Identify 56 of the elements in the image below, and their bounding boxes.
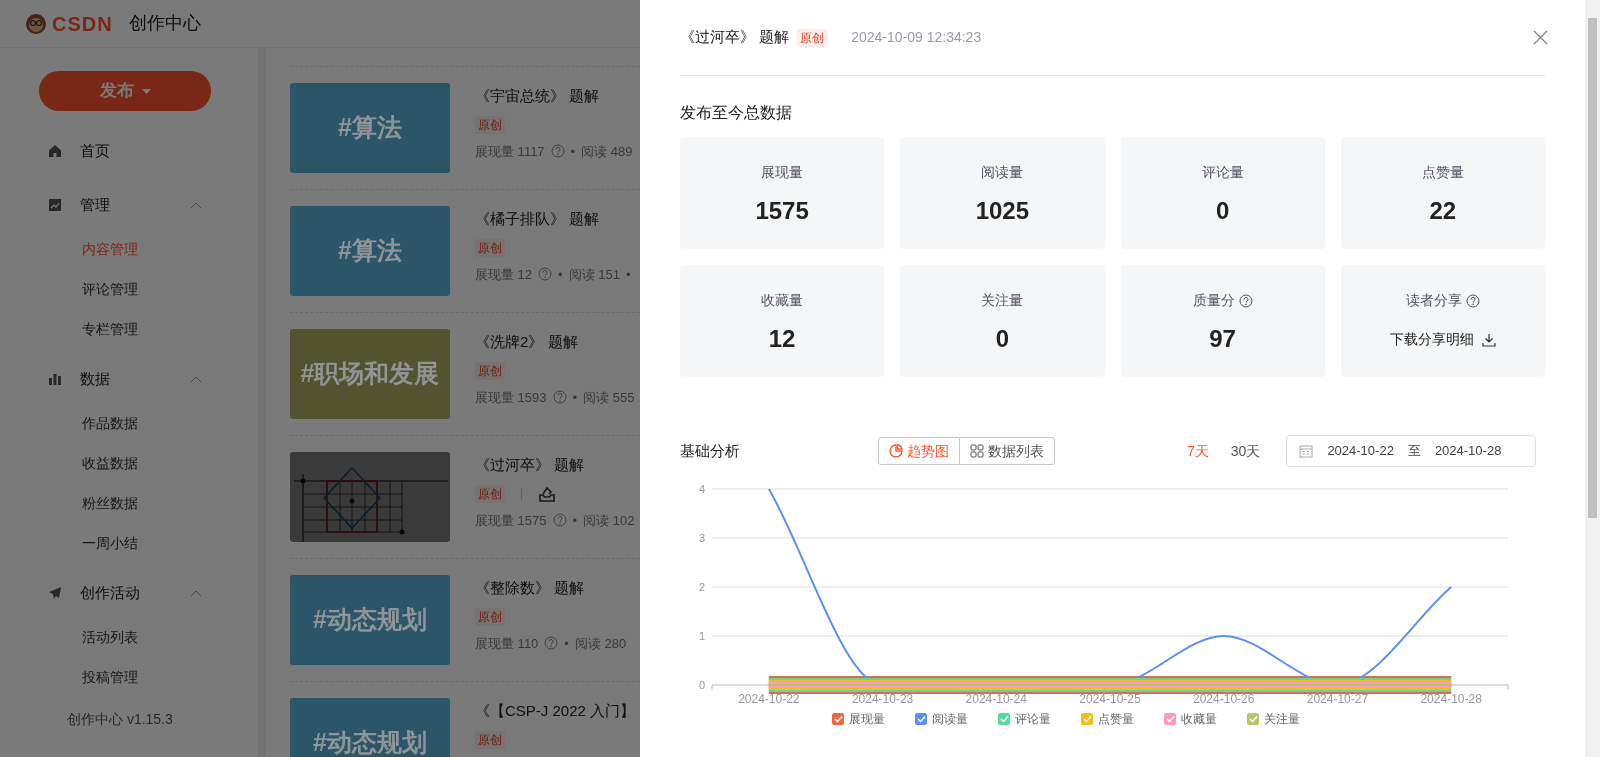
stat-text: 展现量 1117	[475, 142, 545, 161]
stat-label: 阅读量	[981, 163, 1024, 182]
stat-label: 质量分	[1192, 291, 1235, 310]
publish-date: 2024-10-09 12:34:23	[851, 28, 982, 47]
stat-value: 97	[1208, 324, 1237, 354]
article-title: 《过河卒》 题解	[680, 27, 790, 48]
axis-label: 4	[698, 483, 705, 495]
stat-label: 点赞量	[1421, 163, 1464, 182]
stat-text: •	[564, 634, 569, 653]
stat-label: 读者分享	[1405, 291, 1462, 310]
stat-label: 关注量	[981, 291, 1024, 310]
stat-text: •	[572, 511, 578, 530]
original-tag: 原创	[475, 115, 505, 134]
stat-text: 展现量 1575	[475, 511, 547, 530]
stat-value: 0	[994, 324, 1011, 354]
stat-text: •	[558, 265, 563, 284]
axis-label: 2024-10-22	[738, 692, 800, 706]
stat-value: 22	[1428, 196, 1458, 226]
section-title: 基础分析	[680, 440, 741, 461]
axis-label: 2024-10-26	[1193, 692, 1255, 706]
stat-text: 展现量 110	[475, 634, 539, 653]
axis-label: 0	[698, 679, 705, 691]
stat-text: 阅读 280	[574, 634, 627, 653]
original-tag: 原创	[475, 238, 505, 257]
stat-text: •	[625, 265, 631, 284]
stat-text: •	[570, 142, 576, 161]
stat-label: 收藏量	[761, 291, 804, 310]
original-tag: 原创	[797, 28, 828, 47]
original-tag: 原创	[475, 607, 505, 626]
stat-label: 评论量	[1201, 163, 1244, 182]
stat-text: •	[572, 388, 578, 407]
original-tag: 原创	[475, 484, 505, 503]
stat-value: 12	[767, 324, 797, 354]
stat-label: 展现量	[761, 163, 804, 182]
stat-text: 阅读 489	[581, 142, 633, 161]
axis-label: 2024-10-23	[851, 692, 914, 706]
axis-label: 1	[698, 630, 705, 642]
stat-text: 展现量 1593	[475, 388, 547, 407]
stat-value: 1025	[974, 196, 1031, 226]
stat-text: 阅读 151	[568, 265, 620, 284]
axis-label: 2024-10-28	[1420, 692, 1482, 706]
axis-label: 3	[698, 532, 705, 544]
original-tag: 原创	[475, 730, 505, 749]
stat-text: 展现量 12	[475, 265, 533, 284]
section-title: 发布至今总数据	[680, 103, 793, 123]
stat-value: 0	[1214, 196, 1231, 226]
axis-label: 2024-10-25	[1079, 692, 1141, 706]
stat-value: 1575	[754, 196, 810, 226]
axis-label: 2024-10-27	[1306, 692, 1369, 706]
stat-text: 阅读 102	[583, 511, 635, 530]
axis-label: 2024-10-24	[965, 692, 1027, 706]
app-title: 创作中心	[128, 12, 201, 35]
axis-label: 2	[698, 581, 705, 593]
original-tag: 原创	[475, 361, 505, 380]
stat-text: 阅读 555	[583, 388, 635, 407]
version-text: 创作中心 v1.15.3	[67, 710, 174, 729]
